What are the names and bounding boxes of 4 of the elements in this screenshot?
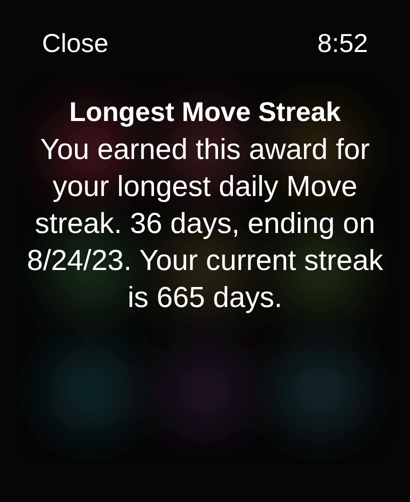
award-title: Longest Move Streak	[69, 97, 341, 128]
award-description: You earned this award for your longest daily Move streak. 36 days, ending on 8/24/23. Your current streak is 665 days.	[26, 133, 384, 316]
close-button[interactable]: Close	[42, 28, 108, 59]
time: 8:52	[317, 28, 368, 59]
